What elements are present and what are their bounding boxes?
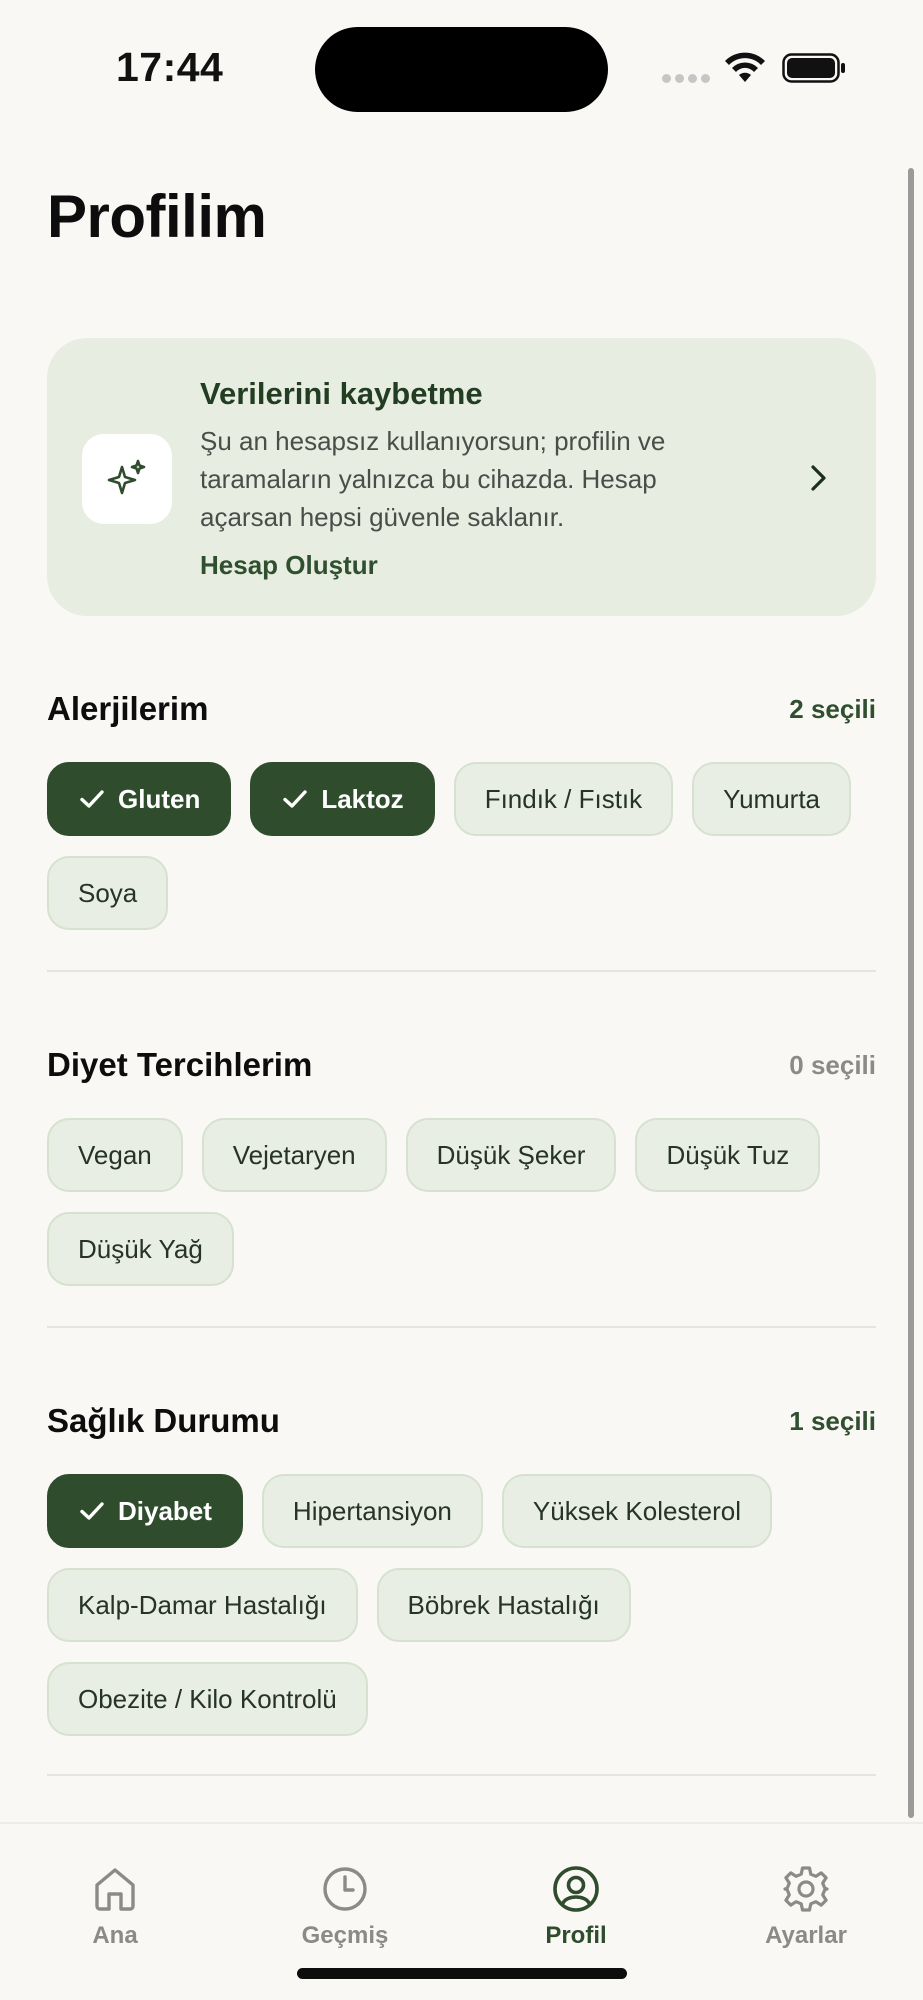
diet-chips: Vegan Vejetaryen Düşük Şeker Düşük Tuz Düşük… xyxy=(47,1118,887,1286)
tab-history[interactable]: Geçmiş xyxy=(270,1864,420,1950)
diet-chip[interactable]: Vejetaryen xyxy=(201,1118,387,1192)
status-time: 17:44 xyxy=(116,44,224,90)
chip-label: Düşük Şeker xyxy=(436,1139,586,1170)
chip-label: Obezite / Kilo Kontrolü xyxy=(78,1683,337,1714)
chip-label: Düşük Tuz xyxy=(666,1139,790,1170)
divider xyxy=(47,1774,876,1776)
page-title: Profilim xyxy=(47,183,267,250)
divider xyxy=(47,970,876,972)
health-selected-count: 1 seçili xyxy=(789,1406,876,1436)
clock-icon xyxy=(323,1867,367,1911)
tab-home[interactable]: Ana xyxy=(40,1864,190,1950)
allergies-selected-count: 2 seçili xyxy=(789,694,876,724)
chip-label: Düşük Yağ xyxy=(78,1233,203,1264)
create-account-card[interactable]: Verilerini kaybetme Şu an hesapsız kulla… xyxy=(47,338,876,616)
card-title: Verilerini kaybetme xyxy=(200,376,483,411)
chip-label: Böbrek Hastalığı xyxy=(407,1589,600,1620)
wifi-icon xyxy=(725,52,765,82)
diet-chip[interactable]: Düşük Yağ xyxy=(47,1212,234,1286)
health-chip[interactable]: Hipertansiyon xyxy=(261,1474,483,1548)
tab-settings[interactable]: Ayarlar xyxy=(731,1864,881,1950)
allergies-chip[interactable]: Fındık / Fıstık xyxy=(453,762,674,836)
allergies-section-title: Alerjilerim xyxy=(47,690,209,727)
allergies-chip[interactable]: Gluten xyxy=(47,762,232,836)
checkmark-icon xyxy=(80,1502,104,1520)
chip-label: Gluten xyxy=(118,783,201,814)
card-icon-box xyxy=(82,434,172,524)
home-icon xyxy=(95,1868,135,1911)
chip-label: Kalp-Damar Hastalığı xyxy=(78,1589,327,1620)
chip-label: Laktoz xyxy=(321,783,404,814)
allergies-chips: Gluten Laktoz Fındık / Fıstık Yumurta Soya xyxy=(47,762,887,930)
diet-section-title: Diyet Tercihlerim xyxy=(47,1046,313,1083)
health-chip[interactable]: Böbrek Hastalığı xyxy=(376,1568,631,1642)
health-chip[interactable]: Kalp-Damar Hastalığı xyxy=(47,1568,358,1642)
user-circle-icon xyxy=(553,1866,599,1912)
tab-label: Ayarlar xyxy=(765,1922,847,1949)
chip-label: Diyabet xyxy=(118,1495,212,1526)
chip-label: Yüksek Kolesterol xyxy=(532,1495,742,1526)
tab-profile[interactable]: Profil xyxy=(501,1864,651,1950)
tab-label: Ana xyxy=(92,1922,138,1949)
health-chip[interactable]: Yüksek Kolesterol xyxy=(501,1474,773,1548)
create-account-link[interactable]: Hesap Oluştur xyxy=(200,550,378,581)
diet-chip[interactable]: Düşük Şeker xyxy=(405,1118,617,1192)
chip-label: Soya xyxy=(78,877,138,908)
dynamic-island xyxy=(315,27,608,112)
cellular-signal-icon xyxy=(662,74,710,84)
allergies-chip[interactable]: Soya xyxy=(47,856,169,930)
sparkles-icon xyxy=(107,459,146,495)
chip-label: Yumurta xyxy=(723,783,820,814)
chip-label: Vejetaryen xyxy=(232,1139,356,1170)
checkmark-icon xyxy=(80,790,104,808)
card-description: Şu an hesapsız kullanıyorsun; profilin v… xyxy=(200,426,666,532)
tab-label: Profil xyxy=(545,1922,607,1949)
diet-chip[interactable]: Düşük Tuz xyxy=(635,1118,821,1192)
gear-icon xyxy=(783,1866,829,1912)
divider xyxy=(47,1326,876,1328)
chip-label: Fındık / Fıstık xyxy=(484,783,643,814)
diet-chip[interactable]: Vegan xyxy=(47,1118,183,1192)
checkmark-icon xyxy=(283,790,308,808)
chip-label: Vegan xyxy=(78,1139,152,1170)
health-chips: Diyabet Hipertansiyon Yüksek Kolesterol Kal… xyxy=(47,1474,887,1736)
battery-icon xyxy=(782,53,845,83)
allergies-chip[interactable]: Yumurta xyxy=(692,762,851,836)
health-section-title: Sağlık Durumu xyxy=(47,1402,280,1439)
health-chip[interactable]: Diyabet xyxy=(47,1474,243,1548)
profile-screen: 17:44 Profilim Verilerini kaybetme Şu an… xyxy=(0,0,923,2000)
health-chip[interactable]: Obezite / Kilo Kontrolü xyxy=(47,1662,368,1736)
chevron-right-icon xyxy=(811,465,826,491)
allergies-chip[interactable]: Laktoz xyxy=(250,762,435,836)
diet-selected-count: 0 seçili xyxy=(789,1050,876,1080)
scroll-indicator[interactable] xyxy=(908,168,914,1818)
home-indicator xyxy=(297,1968,627,1979)
chip-label: Hipertansiyon xyxy=(292,1495,452,1526)
tab-label: Geçmiş xyxy=(301,1922,389,1949)
